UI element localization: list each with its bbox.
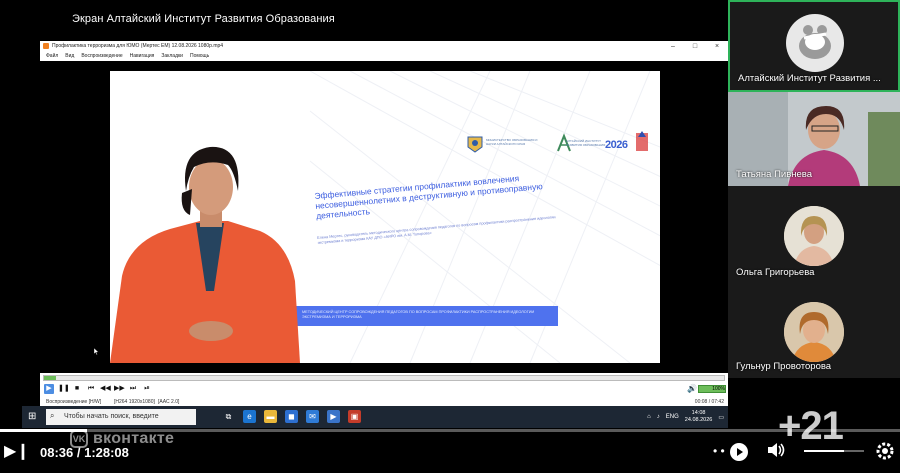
rewind-button[interactable]: ◀◀ — [100, 384, 111, 394]
ministry-logo-text: МИНИСТЕРСТВО ОБРАЗОВАНИЯ И НАУКИ АЛТАЙСК… — [486, 138, 538, 146]
participant-name: Гульнур Провоторова — [736, 361, 832, 372]
search-placeholder: Чтобы начать поиск, введите — [64, 413, 159, 420]
vk-dots-icon[interactable]: • • — [713, 444, 725, 458]
vk-play-icon[interactable]: ▶❙ — [4, 441, 30, 461]
clock-time: 14:08 — [691, 410, 706, 416]
maximize-button[interactable]: □ — [684, 41, 706, 52]
lecture-slide: МИНИСТЕРСТВО ОБРАЗОВАНИЯ И НАУКИ АЛТАЙСК… — [110, 71, 660, 363]
extra-participants-count[interactable]: +21 — [778, 404, 844, 449]
search-icon: ⌕ — [50, 411, 55, 420]
participant-name: Ольга Григорьева — [736, 267, 815, 278]
folder-icon[interactable]: ▬ — [264, 410, 277, 423]
volume-value: 100% — [712, 386, 725, 392]
mouse-cursor-icon — [94, 348, 99, 355]
network-icon[interactable]: ⌂ — [647, 414, 651, 420]
menu-file[interactable]: Файл — [46, 52, 58, 61]
minimize-button[interactable]: – — [662, 41, 684, 52]
year-2026-logo-text: 2026 — [605, 139, 628, 151]
stop-button[interactable]: ■ — [72, 384, 82, 394]
audio-codec: [AAC 2.0] — [158, 399, 180, 405]
vk-volume-icon[interactable] — [766, 441, 786, 464]
media-player-icon[interactable]: ▶ — [327, 410, 340, 423]
mail-icon[interactable]: ✉ — [306, 410, 319, 423]
participant-tile-video[interactable]: Татьяна Пивнева — [728, 92, 900, 186]
video-area[interactable]: МИНИСТЕРСТВО ОБРАЗОВАНИЯ И НАУКИ АЛТАЙСК… — [40, 61, 728, 393]
participant-tile-avatar[interactable]: Ольга Григорьева — [728, 186, 900, 284]
clock-date: 24.08.2026 — [684, 417, 713, 423]
video-codec: [H264 1920x1080] — [114, 399, 155, 405]
vk-settings-gear-icon[interactable] — [874, 440, 896, 467]
taskbar-apps: ⧉ e ▬ ◼ ✉ ▶ ▣ — [222, 410, 361, 423]
menu-navigation[interactable]: Навигация — [130, 52, 155, 61]
menu-bookmarks[interactable]: Закладки — [161, 52, 183, 61]
next-button[interactable]: ⏭ — [128, 384, 138, 394]
vk-playback-time: 08:36 / 1:28:08 — [40, 445, 129, 460]
playback-time: 00:08 / 07:42 — [694, 399, 724, 405]
playback-buttons: ▶ ❚❚ ■ ⏮ ◀◀ ▶▶ ⏭ ⏯ — [44, 383, 724, 395]
participant-name: Татьяна Пивнева — [736, 169, 812, 180]
fast-forward-button[interactable]: ▶▶ — [114, 384, 125, 394]
playback-status: Воспроизведение [H/W] — [46, 399, 102, 405]
participant-avatar — [784, 206, 844, 266]
speaker-icon[interactable]: ♪ — [657, 414, 660, 420]
vk-play-circle-icon[interactable] — [729, 442, 749, 467]
window-menubar: Файл Вид Воспроизведение Навигация Закла… — [40, 52, 728, 61]
pause-button[interactable]: ❚❚ — [58, 384, 70, 394]
edge-icon[interactable]: e — [243, 410, 256, 423]
participant-photo — [784, 206, 844, 266]
close-button[interactable]: × — [706, 41, 728, 52]
system-tray: ⌂ ♪ ENG 14:08 24.08.2026 ▭ — [647, 409, 724, 425]
windows-start-icon[interactable]: ⊞ — [28, 411, 40, 423]
slide-banner: МЕТОДИЧЕСКИЙ ЦЕНТР СОПРОВОЖДЕНИЯ ПЕДАГОГ… — [296, 306, 558, 326]
task-view-icon[interactable]: ⧉ — [222, 410, 235, 423]
seek-bar-fill — [44, 376, 57, 380]
taskbar-search-box[interactable]: ⌕ Чтобы начать поиск, введите — [46, 409, 196, 425]
notifications-icon[interactable]: ▭ — [718, 414, 724, 421]
language-indicator[interactable]: ENG — [666, 414, 679, 420]
window-controls: – □ × — [662, 41, 728, 52]
taskbar-clock[interactable]: 14:08 24.08.2026 — [685, 410, 713, 424]
store-icon[interactable]: ◼ — [285, 410, 298, 423]
window-title: Профилактика терроризма для ЮМО (Мертес … — [52, 43, 224, 49]
conference-screen: Экран Алтайский Институт Развития Образо… — [0, 0, 900, 473]
windows-taskbar: ⊞ ⌕ Чтобы начать поиск, введите ⧉ e ▬ ◼ ✉ ▶ ▣ … — [22, 406, 728, 428]
media-player-app-icon — [43, 43, 49, 49]
menu-view[interactable]: Вид — [65, 52, 74, 61]
seek-bar[interactable] — [43, 375, 725, 381]
menu-playback[interactable]: Воспроизведение — [81, 52, 122, 61]
participant-avatar — [784, 302, 844, 362]
screen-share-title: Экран Алтайский Институт Развития Образо… — [72, 13, 335, 25]
shared-media-player-window: Профилактика терроризма для ЮМО (Мертес … — [40, 41, 728, 427]
participant-tile-avatar[interactable]: Гульнур Провоторова — [728, 284, 900, 378]
volume-icon[interactable]: 🔊 — [687, 384, 697, 393]
menu-help[interactable]: Помощь — [190, 52, 209, 61]
frame-step-button[interactable]: ⏯ — [142, 384, 152, 394]
participant-tile-airo[interactable]: Алтайский Институт Развития ... — [728, 0, 900, 92]
vk-progress-mini-icon[interactable] — [804, 444, 864, 462]
participant-name: Алтайский Институт Развития ... — [738, 73, 881, 84]
previous-button[interactable]: ⏮ — [86, 384, 96, 394]
institute-avatar — [786, 14, 844, 72]
play-button[interactable]: ▶ — [44, 384, 54, 394]
presenter-figure — [110, 146, 300, 363]
window-titlebar: Профилактика терроризма для ЮМО (Мертес … — [40, 41, 728, 52]
slide-banner-text: МЕТОДИЧЕСКИЙ ЦЕНТР СОПРОВОЖДЕНИЯ ПЕДАГОГ… — [302, 310, 535, 319]
institute-logo-icon — [799, 25, 831, 59]
participant-photo — [784, 302, 844, 362]
volume-slider[interactable]: 100% — [698, 385, 726, 393]
presentation-icon[interactable]: ▣ — [348, 410, 361, 423]
